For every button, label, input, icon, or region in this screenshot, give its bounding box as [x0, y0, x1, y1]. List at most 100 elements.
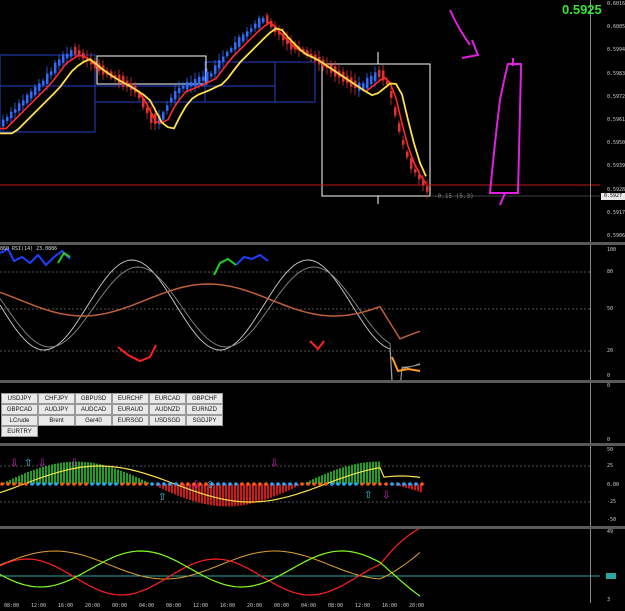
symbol-button-eurtry[interactable]: EURTRY — [1, 426, 38, 437]
zero-dot — [294, 482, 298, 486]
candle-body — [190, 82, 193, 86]
symbol-button-gbpcad[interactable]: GBPCAD — [1, 404, 38, 415]
candle-body — [426, 186, 429, 192]
ma-red-line — [0, 21, 427, 185]
histogram-bar — [120, 470, 122, 484]
time-tick: 00:00 — [274, 603, 290, 609]
arrow-marker: ⇩ — [192, 480, 200, 491]
white-range-box — [96, 55, 207, 85]
zero-dot — [276, 482, 280, 486]
symbol-button-euraud[interactable]: EURAUD — [112, 404, 149, 415]
histogram-bar — [366, 462, 368, 484]
price-tick: 0.5961 — [607, 117, 625, 123]
candle-body — [262, 17, 265, 23]
histogram-bar — [222, 484, 224, 507]
osc-green-line — [0, 550, 421, 597]
candle-body — [218, 60, 221, 69]
symbol-button-usdsgd[interactable]: USDSGD — [149, 415, 186, 426]
symbol-button-audnzd[interactable]: AUDNZD — [149, 404, 186, 415]
candle-body — [394, 107, 397, 116]
time-tick: 16:00 — [220, 603, 236, 609]
histogram-bar — [372, 461, 374, 484]
zero-dot — [234, 482, 238, 486]
zero-dot — [180, 482, 184, 486]
histogram-bar — [96, 463, 98, 484]
candle-body — [226, 51, 229, 57]
symbol-button-sgdjpy[interactable]: SGDJPY — [186, 415, 223, 426]
candle-body — [54, 62, 57, 74]
price-chart[interactable] — [0, 0, 625, 242]
candle-body — [266, 15, 269, 24]
candle-body — [414, 169, 417, 173]
histogram-bar — [84, 461, 86, 484]
histogram-bar — [216, 484, 218, 506]
candle-body — [254, 23, 257, 29]
zero-dot — [396, 482, 400, 486]
osc-axis-line — [590, 529, 591, 603]
rsi-tick-100: 100 — [607, 247, 617, 253]
symbol-button-chfjpy[interactable]: CHFJPY — [38, 393, 75, 404]
candle-body — [10, 111, 13, 119]
symbol-button-audcad[interactable]: AUDCAD — [75, 404, 112, 415]
histogram-chart: ⇩ ⇧ ⇩ ⇩ ⇧ ⇩ ⇧ ⇩ ⇧ ⇩ — [0, 458, 590, 507]
symbol-button-eurcad[interactable]: EURCAD — [149, 393, 186, 404]
candle-body — [30, 91, 33, 99]
histogram-bar — [186, 484, 188, 499]
price-change-annotation: -0.15 (5.3) — [434, 193, 474, 200]
symbol-button-gbpusd[interactable]: GBPUSD — [75, 393, 112, 404]
oscillator-pane[interactable]: 49 3 — [0, 529, 625, 603]
histogram-bar — [81, 461, 83, 484]
osc-tick-top: 49 — [607, 529, 614, 535]
time-tick: 12:00 — [193, 603, 209, 609]
symbol-button-ger40[interactable]: Ger40 — [75, 415, 112, 426]
candle-body — [6, 117, 9, 121]
candle-body — [390, 91, 393, 98]
price-axis-line — [590, 0, 591, 242]
candle-body — [234, 42, 237, 50]
rsi-tick-50: 50 — [607, 306, 614, 312]
symbol-button-eurnzd[interactable]: EURNZD — [186, 404, 223, 415]
zero-dot — [240, 482, 244, 486]
symbol-button-brent[interactable]: Brent — [38, 415, 75, 426]
symbol-button-audjpy[interactable]: AUDJPY — [38, 404, 75, 415]
hist-tick: 50 — [607, 447, 614, 453]
symbol-button-gbpchf[interactable]: GBPCHF — [186, 393, 223, 404]
symbol-button-usdjpy[interactable]: USDJPY — [1, 393, 38, 404]
price-chart-pane[interactable]: 0.5925 0.6016 0.6005 0.5994 0.5983 0.5972 0.5… — [0, 0, 625, 242]
symbol-button-eurchf[interactable]: EURCHF — [112, 393, 149, 404]
candle-body — [22, 100, 25, 106]
histogram-bar — [234, 484, 236, 507]
zero-dot — [336, 482, 340, 486]
zero-dot — [102, 482, 106, 486]
candle-body — [202, 76, 205, 81]
zero-dot — [54, 482, 58, 486]
candle-body — [398, 123, 401, 132]
symbol-button-eursgd[interactable]: EURSGD — [112, 415, 149, 426]
histogram-bar — [108, 466, 110, 484]
zero-dot — [138, 482, 142, 486]
symbol-button-lcrude[interactable]: LCrude — [1, 415, 38, 426]
histogram-bar — [360, 462, 362, 484]
zero-dot — [72, 482, 76, 486]
zero-dot — [324, 482, 328, 486]
candle-body — [58, 59, 61, 66]
candle-body — [186, 81, 189, 90]
zero-dot — [270, 482, 274, 486]
zero-dot — [342, 482, 346, 486]
rsi-pane[interactable]: 860 RSI(14) 23.0886 100 80 50 20 0 — [0, 245, 625, 380]
candle-body — [166, 105, 169, 111]
rsi-oversold-orange — [391, 356, 421, 373]
histogram-bar — [261, 484, 263, 501]
zero-dot — [36, 482, 40, 486]
zero-dot — [312, 482, 316, 486]
osc-value-badge — [606, 573, 616, 579]
zero-dot — [354, 482, 358, 486]
candle-body — [78, 50, 81, 55]
price-tick: 0.5917 — [607, 209, 625, 216]
histogram-bar — [342, 467, 344, 484]
histogram-bar — [219, 484, 221, 507]
histogram-pane[interactable]: ⇩ ⇧ ⇩ ⇩ ⇧ ⇩ ⇧ ⇩ ⇧ ⇩ 50 25 0.00 -25 -50 — [0, 446, 625, 526]
time-tick: 04:00 — [139, 603, 155, 609]
symbol-axis-line — [590, 383, 591, 443]
candle-body — [250, 28, 253, 32]
